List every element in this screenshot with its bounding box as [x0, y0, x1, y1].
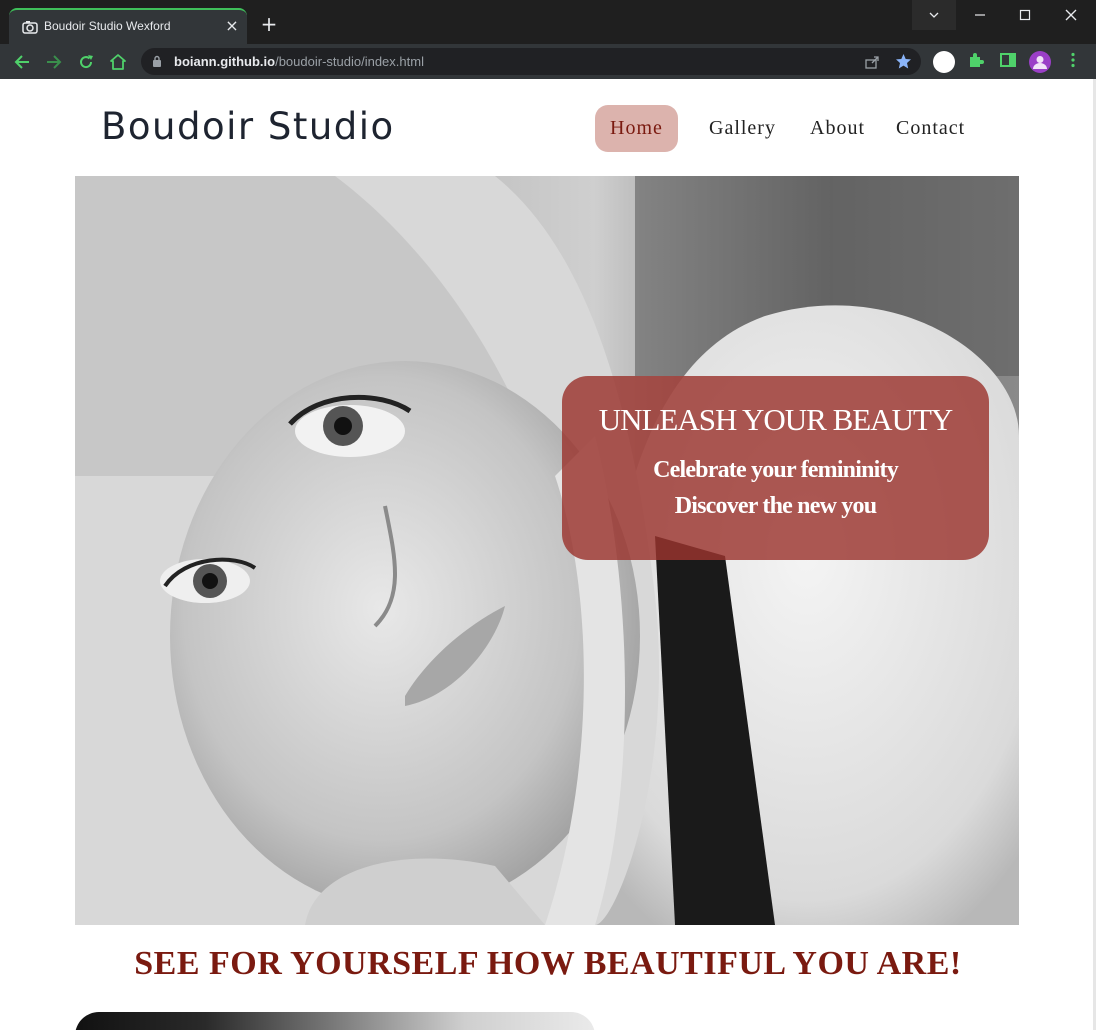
web-page: Boudoir Studio Home Gallery About Contac… — [0, 79, 1096, 1030]
browser-tab[interactable]: Boudoir Studio Wexford × — [9, 8, 247, 44]
browser-toolbar: boiann.github.io/boudoir-studio/index.ht… — [0, 44, 1096, 79]
hero-banner: UNLEASH YOUR BEAUTY Celebrate your femin… — [75, 176, 1019, 925]
maximize-icon — [1019, 9, 1031, 21]
star-icon[interactable] — [895, 53, 912, 70]
gallery-card-preview — [75, 1012, 595, 1030]
reload-icon[interactable] — [76, 52, 96, 72]
nav-contact[interactable]: Contact — [896, 105, 965, 152]
maximize-button[interactable] — [1003, 0, 1047, 30]
side-panel-icon[interactable] — [999, 51, 1017, 69]
chevron-down-icon — [929, 12, 939, 18]
share-icon[interactable] — [864, 54, 880, 70]
url-host: boiann.github.io — [174, 54, 276, 69]
new-tab-icon[interactable]: + — [259, 14, 279, 34]
camera-favicon-icon — [22, 21, 38, 34]
home-icon[interactable] — [108, 52, 128, 72]
hero-line-2: Discover the new you — [674, 493, 877, 519]
menu-icon[interactable] — [1064, 51, 1082, 69]
hero-line-1: Celebrate your femininity — [653, 457, 899, 483]
address-bar[interactable]: boiann.github.io/boudoir-studio/index.ht… — [141, 48, 921, 75]
close-window-button[interactable] — [1049, 0, 1096, 30]
tab-title: Boudoir Studio Wexford — [44, 19, 171, 33]
nav-about[interactable]: About — [810, 105, 865, 152]
url-text: boiann.github.io/boudoir-studio/index.ht… — [174, 54, 424, 69]
lock-icon — [153, 55, 161, 67]
extension-circle-icon[interactable] — [932, 50, 956, 74]
url-path: /boudoir-studio/index.html — [275, 54, 424, 69]
close-icon — [1065, 9, 1077, 21]
nav-gallery[interactable]: Gallery — [709, 105, 776, 152]
site-brand[interactable]: Boudoir Studio — [101, 105, 395, 148]
forward-icon[interactable] — [44, 52, 64, 72]
minimize-button[interactable] — [958, 0, 1002, 30]
minimize-icon — [975, 14, 985, 16]
back-icon[interactable] — [12, 52, 32, 72]
section-tagline: SEE FOR YOURSELF HOW BEAUTIFUL YOU ARE! — [134, 945, 962, 982]
hero-overlay-card: UNLEASH YOUR BEAUTY Celebrate your femin… — [562, 376, 989, 560]
hero-heading: UNLEASH YOUR BEAUTY — [598, 402, 954, 437]
tab-close-icon[interactable]: × — [224, 18, 240, 34]
profile-icon[interactable] — [1028, 50, 1052, 74]
browser-tab-bar: Boudoir Studio Wexford × + — [0, 0, 1096, 44]
tab-search-button[interactable] — [912, 0, 956, 30]
extensions-icon[interactable] — [967, 51, 985, 69]
nav-home[interactable]: Home — [595, 105, 678, 152]
